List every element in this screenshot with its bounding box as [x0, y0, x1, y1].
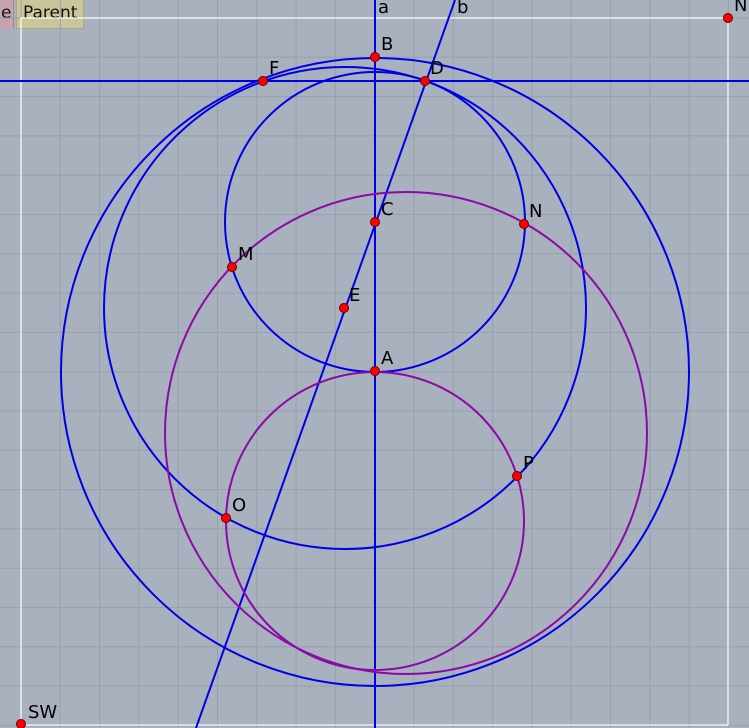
- geometry-canvas[interactable]: B F D C N M E A P O NE SW a b: [0, 0, 749, 728]
- label-NE: NE: [734, 0, 749, 16]
- label-N: N: [529, 201, 542, 222]
- label-B: B: [381, 34, 393, 55]
- label-M: M: [238, 244, 254, 265]
- label-O: O: [232, 495, 246, 516]
- label-E: E: [349, 285, 360, 306]
- label-line-a: a: [378, 0, 389, 18]
- label-line-b: b: [457, 0, 468, 18]
- label-C: C: [381, 199, 394, 220]
- label-P: P: [523, 453, 534, 474]
- label-F: F: [269, 58, 279, 79]
- point-SW[interactable]: SW: [16, 702, 58, 728]
- label-SW: SW: [28, 702, 57, 723]
- label-D: D: [430, 58, 444, 79]
- point-O[interactable]: O: [221, 495, 247, 523]
- point-P[interactable]: P: [512, 453, 535, 481]
- point-C[interactable]: C: [370, 199, 394, 227]
- point-M[interactable]: M: [227, 244, 254, 272]
- point-NE[interactable]: NE: [723, 0, 749, 23]
- point-E[interactable]: E: [339, 285, 361, 313]
- label-A: A: [381, 348, 394, 369]
